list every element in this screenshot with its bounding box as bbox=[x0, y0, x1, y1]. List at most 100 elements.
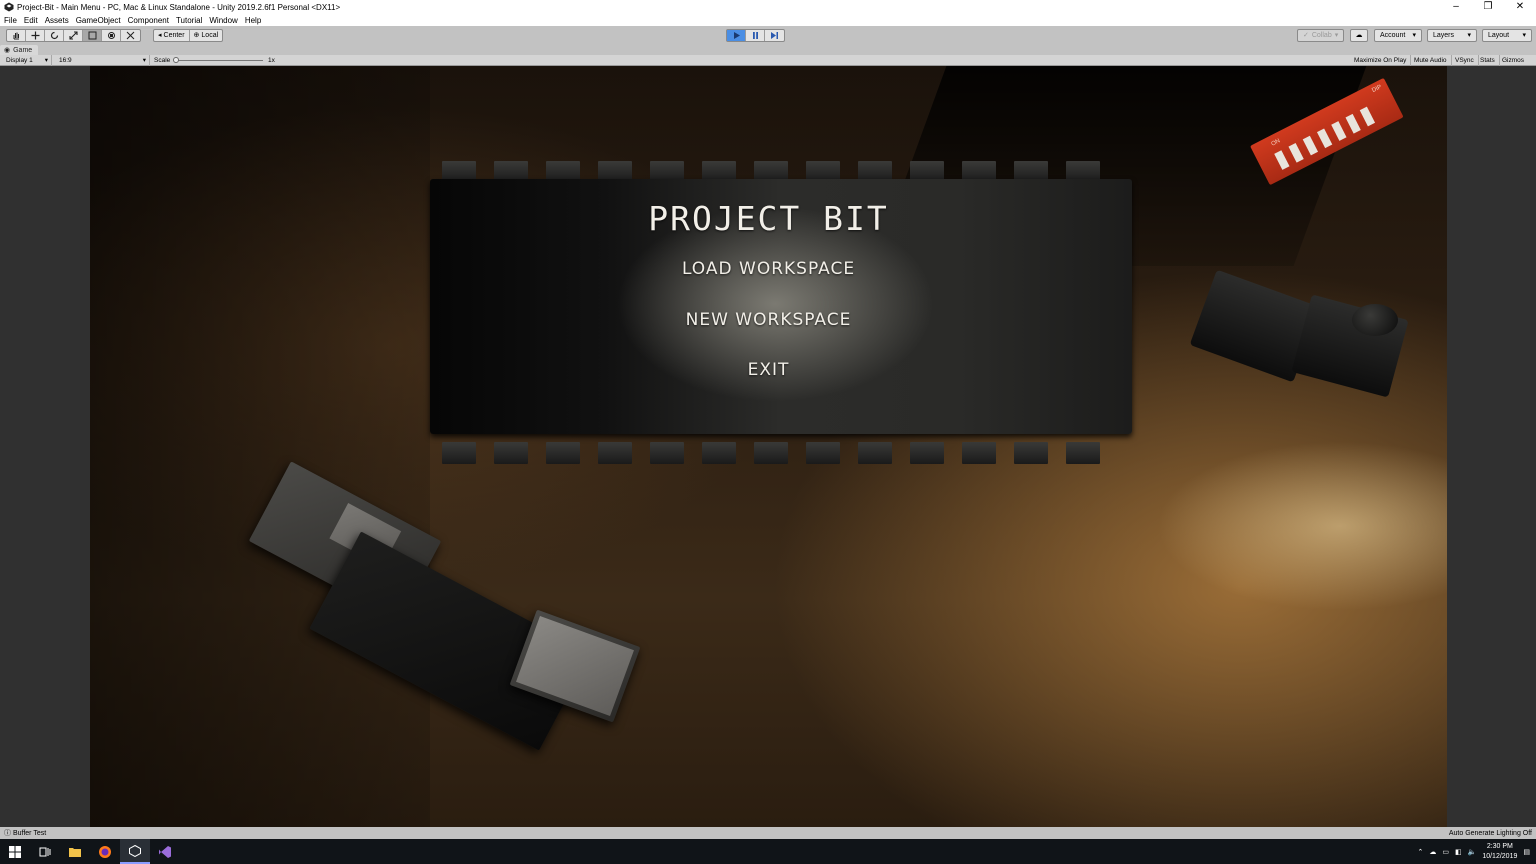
custom-tool-button[interactable] bbox=[121, 30, 140, 41]
rect-tool-button[interactable] bbox=[83, 30, 102, 41]
visual-studio-button[interactable] bbox=[150, 839, 180, 864]
scale-slider-track[interactable] bbox=[175, 60, 263, 61]
lighting-status[interactable]: Auto Generate Lighting Off bbox=[1449, 830, 1532, 837]
play-button[interactable] bbox=[727, 30, 746, 41]
status-message: Buffer Test bbox=[12, 830, 47, 837]
rect-icon bbox=[88, 31, 96, 40]
start-button[interactable] bbox=[0, 839, 30, 864]
layout-dropdown[interactable]: Layout ▾ bbox=[1482, 29, 1532, 42]
game-title: PROJECT BIT bbox=[648, 199, 889, 238]
clock-date: 10/12/2019 bbox=[1482, 852, 1518, 860]
network-icon[interactable]: ◧ bbox=[1455, 848, 1462, 856]
chevron-down-icon: ▾ bbox=[44, 57, 48, 64]
windows-logo-icon bbox=[9, 845, 21, 858]
tab-game[interactable]: ◉ Game bbox=[0, 45, 39, 55]
menu-window[interactable]: Window bbox=[205, 16, 240, 25]
display-label: Display 1 bbox=[6, 57, 33, 64]
rotate-tool-button[interactable] bbox=[45, 30, 64, 41]
mute-audio-toggle[interactable]: Mute Audio bbox=[1410, 55, 1452, 66]
space-label: Local bbox=[201, 32, 219, 39]
scene-shadow-left bbox=[90, 66, 430, 827]
pause-button[interactable] bbox=[746, 30, 765, 41]
system-tray: ⌃ ☁ ▭ ◧ 🔈 2:30 PM 10/12/2019 ▤ bbox=[1417, 839, 1536, 864]
transform-tool-button[interactable] bbox=[102, 30, 121, 41]
cloud-button[interactable]: ☁ bbox=[1350, 29, 1368, 42]
gizmos-dropdown[interactable]: Gizmos bbox=[1498, 55, 1528, 66]
unity-taskbar-button[interactable] bbox=[120, 839, 150, 864]
move-tool-button[interactable] bbox=[26, 30, 45, 41]
menu-file[interactable]: File bbox=[0, 16, 20, 25]
window-title: Project-Bit - Main Menu - PC, Mac & Linu… bbox=[17, 2, 341, 12]
vsync-toggle[interactable]: VSync bbox=[1451, 55, 1479, 66]
unity-logo-icon bbox=[4, 2, 14, 12]
menu-assets[interactable]: Assets bbox=[41, 16, 72, 25]
scale-icon bbox=[68, 31, 78, 40]
chevron-down-icon: ▾ bbox=[1412, 32, 1416, 39]
step-icon bbox=[771, 32, 778, 39]
pause-icon bbox=[752, 32, 758, 39]
game-viewport: PROJECT BIT LOAD WORKSPACE NEW WORKSPACE… bbox=[0, 66, 1536, 827]
menu-bar: File Edit Assets GameObject Component Tu… bbox=[0, 14, 1536, 26]
pivot-toggles: ◂ Center ⊕ Local bbox=[153, 29, 224, 42]
transform-icon bbox=[107, 32, 115, 39]
layers-dropdown[interactable]: Layers ▾ bbox=[1427, 29, 1477, 42]
window-titlebar: Project-Bit - Main Menu - PC, Mac & Linu… bbox=[0, 0, 1536, 14]
menu-edit[interactable]: Edit bbox=[20, 16, 41, 25]
clock[interactable]: 2:30 PM 10/12/2019 bbox=[1482, 842, 1517, 862]
task-view-icon bbox=[39, 847, 51, 856]
pivot-center-button[interactable]: ◂ Center bbox=[154, 30, 190, 41]
transform-tools bbox=[6, 29, 141, 42]
aspect-dropdown[interactable]: 16:9 ▾ bbox=[55, 55, 150, 66]
file-explorer-button[interactable] bbox=[60, 839, 90, 864]
status-bar: ⓘ Buffer Test Auto Generate Lighting Off bbox=[0, 827, 1536, 839]
stats-toggle[interactable]: Stats bbox=[1476, 55, 1500, 66]
account-dropdown[interactable]: Account ▾ bbox=[1374, 29, 1422, 42]
scale-value: 1x bbox=[268, 57, 275, 64]
chevron-up-icon[interactable]: ⌃ bbox=[1417, 848, 1423, 856]
chevron-down-icon: ▾ bbox=[1522, 32, 1526, 39]
chevron-down-icon: ▾ bbox=[1334, 32, 1339, 39]
collab-label: Collab bbox=[1311, 32, 1332, 39]
restore-button[interactable]: ❐ bbox=[1472, 0, 1504, 14]
menu-help[interactable]: Help bbox=[241, 16, 264, 25]
scale-tool-button[interactable] bbox=[64, 30, 83, 41]
push-button-cap bbox=[1352, 304, 1398, 336]
layers-label: Layers bbox=[1433, 32, 1455, 39]
firefox-icon bbox=[99, 845, 111, 858]
maximize-on-play-toggle[interactable]: Maximize On Play bbox=[1350, 55, 1412, 66]
notifications-icon[interactable]: ▤ bbox=[1523, 848, 1530, 856]
layout-label: Layout bbox=[1488, 32, 1510, 39]
step-button[interactable] bbox=[765, 30, 784, 41]
rotate-icon bbox=[50, 31, 58, 40]
pivot-local-button[interactable]: ⊕ Local bbox=[190, 30, 223, 41]
info-icon: ⓘ bbox=[4, 830, 13, 837]
play-controls bbox=[726, 29, 785, 42]
pivot-icon: ◂ bbox=[158, 32, 162, 39]
tab-game-label: Game bbox=[13, 46, 33, 54]
menu-tutorial[interactable]: Tutorial bbox=[172, 16, 205, 25]
volume-icon[interactable]: 🔈 bbox=[1468, 848, 1477, 856]
main-toolbar: ◂ Center ⊕ Local ✓ Collab ▾ ☁ Account ▾ Layer… bbox=[0, 26, 1536, 45]
display-dropdown[interactable]: Display 1 ▾ bbox=[2, 55, 52, 66]
pivot-label: Center bbox=[163, 32, 185, 39]
wrench-icon bbox=[126, 31, 135, 40]
menu-component[interactable]: Component bbox=[124, 16, 172, 25]
scale-slider-thumb[interactable] bbox=[173, 57, 179, 63]
task-view-button[interactable] bbox=[30, 839, 60, 864]
load-workspace-button[interactable]: LOAD WORKSPACE bbox=[90, 259, 1447, 279]
firefox-button[interactable] bbox=[90, 839, 120, 864]
collab-button[interactable]: ✓ Collab ▾ bbox=[1297, 29, 1345, 42]
close-button[interactable]: ✕ bbox=[1504, 0, 1536, 14]
clock-time: 2:30 PM bbox=[1486, 842, 1513, 850]
check-icon: ✓ bbox=[1303, 32, 1309, 39]
game-tab-strip: ◉ Game bbox=[0, 45, 1536, 55]
battery-icon[interactable]: ▭ bbox=[1442, 848, 1449, 856]
aspect-label: 16:9 bbox=[59, 57, 72, 64]
hand-tool-button[interactable] bbox=[7, 30, 26, 41]
cloud-icon[interactable]: ☁ bbox=[1429, 848, 1436, 856]
menu-gameobject[interactable]: GameObject bbox=[72, 16, 124, 25]
window-controls: – ❐ ✕ bbox=[1440, 0, 1536, 14]
minimize-button[interactable]: – bbox=[1440, 0, 1472, 14]
chevron-down-icon: ▾ bbox=[142, 57, 146, 64]
visual-studio-icon bbox=[159, 845, 171, 858]
